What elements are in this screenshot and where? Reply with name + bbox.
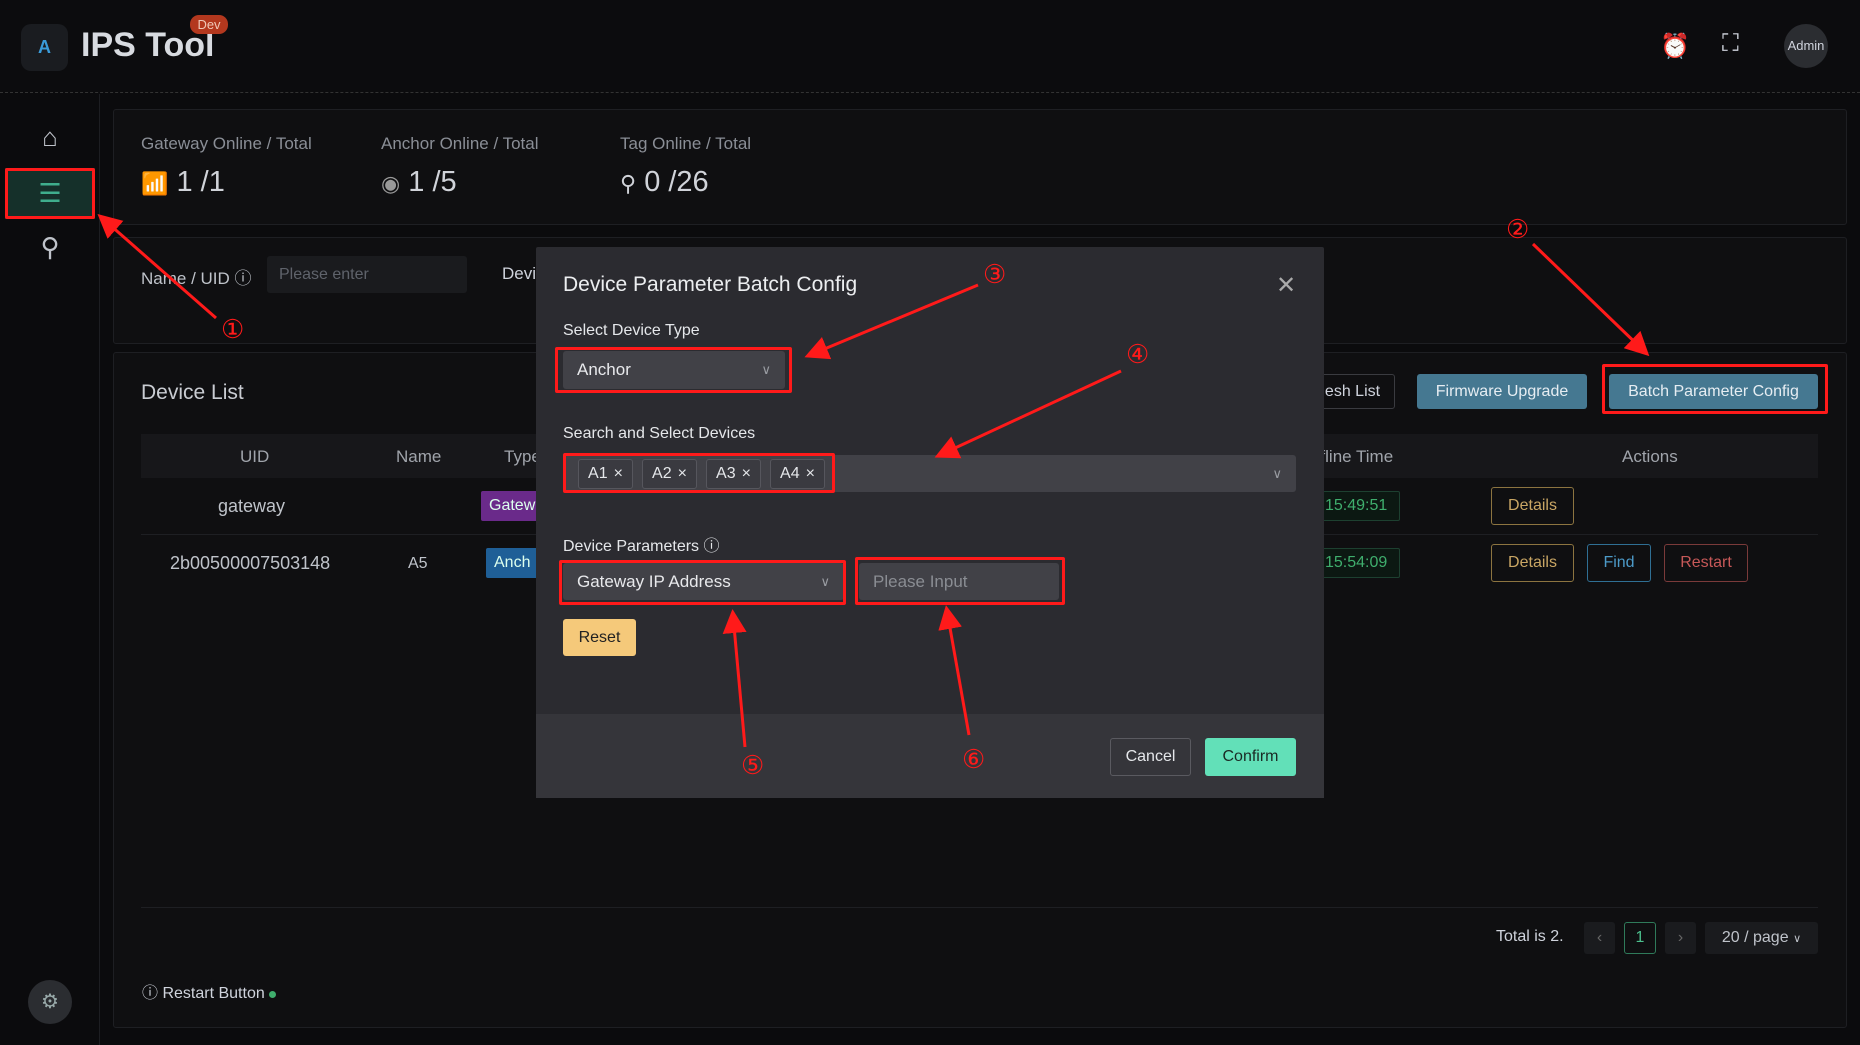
col-name: Name (396, 447, 442, 466)
page-1[interactable]: 1 (1624, 922, 1656, 954)
status-dot (269, 991, 277, 998)
anchor-icon: ◉ (381, 171, 401, 196)
restart-button[interactable]: Restart (1664, 544, 1748, 582)
confirm-button[interactable]: Confirm (1205, 738, 1296, 776)
stats-card (113, 109, 1847, 225)
stat-label: Tag Online / Total (620, 134, 752, 153)
name-uid-label: Name / UID ⓘ (141, 269, 252, 288)
devices-label: Search and Select Devices (563, 425, 756, 442)
name-uid-input[interactable]: Please enter (267, 256, 467, 293)
gear-icon[interactable]: ⚙ (28, 980, 72, 1024)
remove-tag-icon[interactable]: × (806, 465, 815, 483)
page-size-select[interactable]: 20 / page ∨ (1705, 922, 1818, 954)
cancel-button[interactable]: Cancel (1110, 738, 1191, 776)
stat-anchor: ◉ 1 /5 (381, 166, 457, 198)
close-icon[interactable]: ✕ (1276, 271, 1296, 300)
type-badge: Gatew (481, 491, 541, 521)
dialog-title: Device Parameter Batch Config (563, 273, 858, 296)
annotation-number: ① (221, 314, 245, 344)
remove-tag-icon[interactable]: × (678, 465, 687, 483)
type-badge: Anch (486, 548, 541, 578)
restart-hint: ⓘ Restart Button (142, 979, 277, 1003)
stat-label: Anchor Online / Total (381, 134, 539, 153)
home-icon[interactable]: ⌂ (0, 122, 100, 153)
stat-gateway: 📶 1 /1 (141, 166, 225, 198)
row-name: A5 (408, 555, 428, 572)
device-list-icon: ☰ (38, 178, 62, 208)
chevron-down-icon: ∨ (1793, 932, 1802, 945)
device-tag: A2 × (642, 459, 697, 489)
dialog-footer: Cancel Confirm (536, 714, 1324, 798)
table-bottom-divider (141, 907, 1818, 908)
parameter-value-input[interactable]: Please Input (859, 563, 1059, 600)
avatar[interactable]: Admin (1784, 24, 1828, 68)
device-type-select[interactable]: Anchor ∨ (563, 351, 785, 389)
gateway-icon: 📶 (141, 171, 169, 196)
prev-page-button[interactable]: ‹ (1584, 922, 1615, 954)
col-actions: Actions (1622, 447, 1678, 466)
annotation-number: ④ (1126, 339, 1150, 369)
help-icon: ⓘ (142, 985, 159, 1002)
find-button[interactable]: Find (1587, 544, 1651, 582)
stat-tag: ⚲ 0 /26 (620, 166, 709, 198)
remove-tag-icon[interactable]: × (614, 465, 623, 483)
col-offline-time: ffline Time (1316, 447, 1394, 466)
row-uid: 2b00500007503148 (170, 553, 331, 573)
device-tag: A3 × (706, 459, 761, 489)
offline-time: 15:54:09 (1316, 548, 1400, 578)
chevron-down-icon: ∨ (820, 573, 830, 589)
annotation-number: ⑥ (962, 744, 986, 774)
device-tag: A4 × (770, 459, 825, 489)
details-button[interactable]: Details (1491, 487, 1574, 525)
reset-button[interactable]: Reset (563, 619, 636, 656)
device-list-title: Device List (141, 381, 244, 404)
params-label: Device Parameters ⓘ (563, 538, 720, 555)
chevron-down-icon: ∨ (1272, 465, 1282, 481)
annotation-number: ③ (983, 259, 1007, 289)
tag-pin-icon: ⚲ (620, 171, 637, 196)
alarm-icon[interactable]: ⏰ (1660, 32, 1690, 61)
pagination-total: Total is 2. (1496, 928, 1564, 945)
app-logo: A (21, 24, 68, 71)
map-pin-icon[interactable]: ⚲ (0, 232, 100, 263)
details-button[interactable]: Details (1491, 544, 1574, 582)
help-icon: ⓘ (703, 538, 720, 555)
stat-label: Gateway Online / Total (141, 134, 312, 153)
firmware-upgrade-button[interactable]: Firmware Upgrade (1417, 374, 1587, 409)
batch-parameter-config-button[interactable]: Batch Parameter Config (1609, 374, 1818, 409)
fullscreen-icon[interactable]: ⛶ (1722, 30, 1739, 58)
remove-tag-icon[interactable]: × (742, 465, 751, 483)
next-page-button[interactable]: › (1665, 922, 1696, 954)
device-filter-label: Devi (502, 264, 537, 283)
device-type-label: Select Device Type (563, 322, 700, 339)
devices-multiselect[interactable]: A1 × A2 × A3 × A4 × ∨ (563, 455, 1296, 492)
header (0, 0, 1860, 93)
device-tag: A1 × (578, 459, 633, 489)
col-uid: UID (240, 447, 270, 466)
batch-config-dialog: Device Parameter Batch Config ✕ Select D… (536, 247, 1324, 798)
annotation-number: ② (1506, 214, 1530, 244)
offline-time: 15:49:51 (1316, 491, 1400, 521)
sidebar-item-devices[interactable]: ☰ (5, 168, 95, 219)
row-uid: gateway (218, 496, 286, 516)
annotation-number: ⑤ (741, 750, 765, 780)
parameter-select[interactable]: Gateway IP Address ∨ (563, 563, 844, 600)
help-icon: ⓘ (234, 269, 252, 288)
chevron-down-icon: ∨ (761, 362, 771, 377)
env-badge: Dev (190, 15, 228, 34)
